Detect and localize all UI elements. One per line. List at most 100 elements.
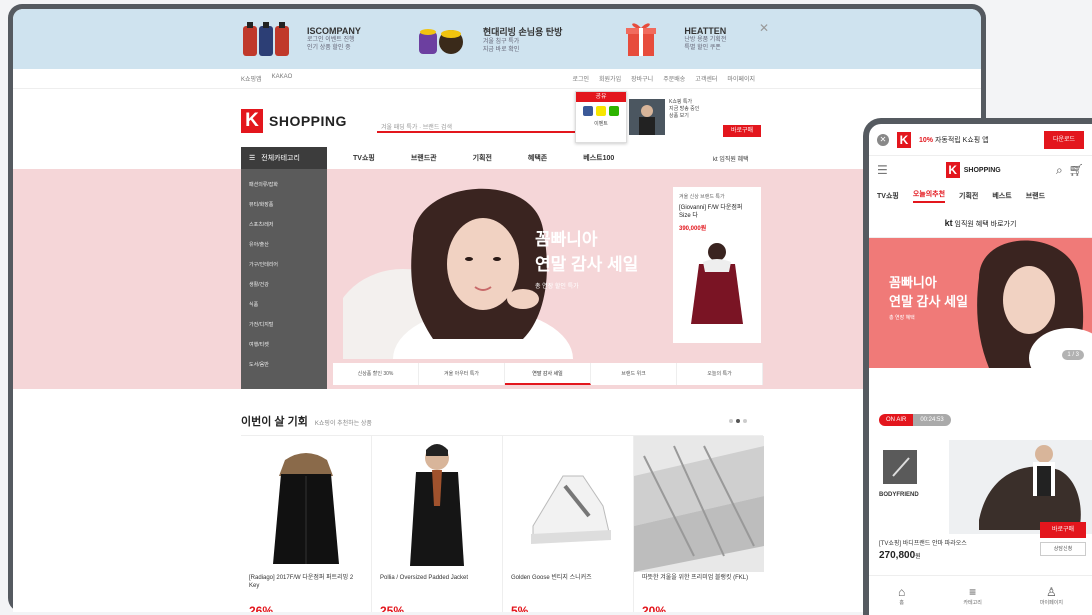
- kt-banner-text: 임직원 혜택 바로가기: [954, 221, 1017, 228]
- category-item[interactable]: 뷰티/화장품: [241, 195, 327, 215]
- rice-cakes-icon: [417, 20, 475, 58]
- consult-button[interactable]: 상담신청: [1040, 542, 1086, 556]
- deal-card[interactable]: Golden Goose 빈티지 스니커즈 5%: [503, 436, 634, 612]
- category-item[interactable]: 스포츠/레저: [241, 215, 327, 235]
- blanket-image: [634, 436, 764, 572]
- deal-discount: 25%: [380, 604, 405, 612]
- deal-card[interactable]: 따뜻한 겨울을 위한 프리미엄 블랭킷 (FKL) 20%: [634, 436, 764, 612]
- kakao-icon[interactable]: [596, 106, 606, 116]
- deal-card[interactable]: [Radiago] 2017F/W 다운점퍼 퍼트리밍 2 Key 26%: [241, 436, 372, 612]
- search-icon[interactable]: ⌕: [1056, 163, 1063, 178]
- carousel-dot[interactable]: [743, 419, 747, 423]
- header-buy-button[interactable]: 바로구매: [723, 125, 761, 137]
- kt-benefit-link[interactable]: kt 임직원 혜택: [713, 154, 749, 163]
- category-item[interactable]: 식품: [241, 295, 327, 315]
- signup-link[interactable]: 회원가입: [599, 74, 621, 83]
- app-promo-percent: 10%: [919, 136, 934, 144]
- menu-icon: ☰: [249, 155, 256, 162]
- tab-today-pick[interactable]: 오늘의추천: [912, 189, 946, 203]
- hero-subtab[interactable]: 브랜드 위크: [591, 363, 677, 385]
- all-categories-button[interactable]: ☰ 전체카테고리: [241, 147, 327, 169]
- k-logo-icon: K: [897, 131, 911, 148]
- deal-name: 따뜻한 겨울을 위한 프리미엄 블랭킷 (FKL): [642, 575, 749, 581]
- hero-subtab[interactable]: 겨울 아우터 특가: [419, 363, 505, 385]
- logo-wordmark: SHOPPING: [269, 113, 347, 129]
- hero-subtab[interactable]: 신상품 할인 30%: [333, 363, 419, 385]
- mobile-hero-banner[interactable]: 꼼빠니아 연말 감사 세일 총 연장 혜택 1 / 3: [869, 238, 1092, 368]
- tab-brands[interactable]: 브랜드: [1026, 191, 1045, 201]
- hero-banner: 패션의류/잡화 뷰티/화장품 스포츠/레저 유아/출산 가구/인테리어 생활/건…: [13, 169, 981, 409]
- ad-banner-2[interactable]: 현대리빙 손님용 탄방 겨울 침구 특가 지금 바로 확인: [417, 20, 563, 58]
- bottom-nav-category[interactable]: ≡ 카테고리: [963, 585, 981, 606]
- tab-exhibitions[interactable]: 기획전: [959, 191, 978, 201]
- hero-subtab[interactable]: 오늘의 특가: [677, 363, 763, 385]
- login-link[interactable]: 로그인: [572, 74, 589, 83]
- share-popup-footer[interactable]: 이벤트: [576, 120, 626, 127]
- orders-link[interactable]: 주문배송: [663, 74, 685, 83]
- line-icon[interactable]: [609, 106, 619, 116]
- price-value: 270,800: [879, 550, 916, 561]
- cart-icon[interactable]: 🛒︎: [1069, 163, 1084, 178]
- app-promo-label: 자동적립 K쇼핑 앱: [934, 136, 989, 144]
- nav-tv-shopping[interactable]: TV쇼핑: [353, 153, 375, 163]
- mobile-hero-line3: 총 연장 혜택: [889, 315, 915, 321]
- nav-exhibitions[interactable]: 기획전: [473, 153, 492, 163]
- mobile-bottom-nav: ⌂ 홈 ≡ 카테고리 ♙ 마이페이지: [869, 575, 1092, 615]
- tab-best[interactable]: 베스트: [992, 191, 1011, 201]
- ad-title: 현대리빙 손님용 탄방: [482, 26, 563, 37]
- close-icon[interactable]: ✕: [877, 133, 889, 146]
- ad-title: HEATTEN: [684, 26, 727, 36]
- nav-best100[interactable]: 베스트100: [583, 153, 614, 163]
- support-link[interactable]: 고객센터: [695, 74, 717, 83]
- facebook-icon[interactable]: [583, 106, 593, 116]
- site-logo[interactable]: K SHOPPING: [241, 109, 347, 133]
- hero-product-card[interactable]: 겨울 신상 브랜드 특가 [Giovanni] F/W 다운점퍼 Size 다 …: [673, 187, 761, 343]
- buy-now-button[interactable]: 바로구매: [1040, 522, 1086, 538]
- util-link[interactable]: KAKAO: [272, 74, 293, 83]
- mobile-kt-banner[interactable]: kt 임직원 혜택 바로가기: [869, 208, 1092, 238]
- gift-box-icon: [618, 20, 676, 58]
- search-input[interactable]: 겨울 패딩 특가 · 브랜드 검색: [377, 119, 577, 133]
- nav-benefits[interactable]: 혜택존: [528, 153, 547, 163]
- tab-tv-shopping[interactable]: TV쇼핑: [877, 191, 899, 201]
- category-item[interactable]: 유아/출산: [241, 235, 327, 255]
- ad-banner-3[interactable]: HEATTEN 난방 용품 기획전 특별 할인 쿠폰: [618, 20, 726, 58]
- category-item[interactable]: 여행/티켓: [241, 335, 327, 355]
- carousel-dot[interactable]: [729, 419, 733, 423]
- home-icon: ⌂: [898, 585, 906, 599]
- mobile-logo[interactable]: K SHOPPING: [945, 162, 1001, 178]
- header-product-line: 상품 보기: [669, 113, 689, 119]
- desktop-screen: ISCOMPANY 로그인 이벤트 진행 인기 상품 할인 중 현대리빙 손님용…: [13, 9, 981, 612]
- cart-link[interactable]: 장바구니: [631, 74, 653, 83]
- util-link[interactable]: K쇼핑앱: [241, 74, 262, 83]
- ad-banner-1[interactable]: ISCOMPANY 로그인 이벤트 진행 인기 상품 할인 중: [241, 20, 361, 58]
- bottom-nav-home[interactable]: ⌂ 홈: [898, 585, 905, 606]
- carousel-dot-active[interactable]: [736, 419, 740, 423]
- product-card-tagline: 겨울 신상 브랜드 특가: [679, 194, 725, 200]
- category-item[interactable]: 도서/음반: [241, 355, 327, 375]
- mobile-product-name: [TV쇼핑] 바디프랜드 안마 파라오스: [879, 541, 967, 547]
- nav-brands[interactable]: 브랜드관: [411, 153, 437, 163]
- mobile-hero-line1: 꼼빠니아: [889, 275, 937, 290]
- deals-section-title: 이번이 살 기회 K쇼핑이 추천하는 상품: [241, 413, 372, 429]
- category-item[interactable]: 가구/인테리어: [241, 255, 327, 275]
- on-air-product[interactable]: BODYFRIEND: [869, 430, 1092, 534]
- mypage-link[interactable]: 마이페이지: [727, 74, 755, 83]
- bottom-nav-mypage[interactable]: ♙ 마이페이지: [1040, 585, 1063, 606]
- deal-card[interactable]: Pollia / Oversized Padded Jacket 25%: [372, 436, 503, 612]
- bottom-nav-label: 카테고리: [963, 600, 982, 606]
- ad-line: 지금 바로 확인: [482, 46, 520, 53]
- padded-coat-image: [241, 436, 371, 572]
- hero-subtab-active[interactable]: 연말 감사 세일: [505, 363, 591, 385]
- mobile-tabs: TV쇼핑 오늘의추천 기획전 베스트 브랜드: [869, 184, 1092, 208]
- app-download-button[interactable]: 다운로드: [1044, 130, 1084, 149]
- close-icon[interactable]: ✕: [759, 21, 769, 35]
- user-icon: ♙: [1046, 585, 1057, 599]
- category-item[interactable]: 가전/디지털: [241, 315, 327, 335]
- mobile-product-price: 270,800원: [879, 550, 921, 561]
- app-promo-text: 10% 자동적립 K쇼핑 앱: [919, 135, 989, 145]
- hamburger-icon[interactable]: ☰: [877, 163, 888, 177]
- category-item[interactable]: 패션의류/잡화: [241, 175, 327, 195]
- category-item[interactable]: 생활/건강: [241, 275, 327, 295]
- hero-promo-text[interactable]: 꼼빠니아 연말 감사 세일 총 연장 할인 특가: [535, 225, 638, 290]
